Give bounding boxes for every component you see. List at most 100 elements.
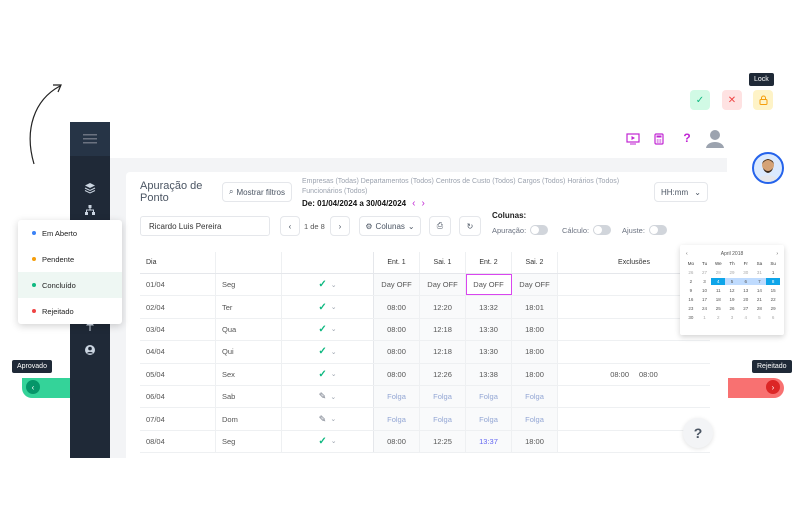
status-option[interactable]: Pendente bbox=[18, 246, 122, 272]
lock-action-button[interactable] bbox=[753, 90, 773, 110]
cell-s1[interactable]: 12:18 bbox=[420, 341, 466, 363]
status-cell[interactable]: ✎ ⌄ bbox=[282, 408, 374, 430]
approve-swipe-button[interactable]: ‹ bbox=[26, 380, 40, 394]
user-circle-icon[interactable] bbox=[82, 342, 98, 358]
cell-e1[interactable]: 08:00 bbox=[374, 341, 420, 363]
chevron-left-icon[interactable]: ‹ bbox=[686, 251, 688, 257]
cell-e1[interactable]: 08:00 bbox=[374, 318, 420, 341]
cell-s2[interactable]: Folga bbox=[512, 408, 558, 430]
status-cell[interactable]: ✓ ⌄ bbox=[282, 363, 374, 385]
columns-button[interactable]: ⚙ Colunas ⌄ bbox=[359, 216, 421, 236]
calendar-day[interactable]: 2 bbox=[711, 314, 725, 321]
calendar-day[interactable]: 1 bbox=[766, 269, 780, 276]
calendar-day[interactable]: 11 bbox=[711, 287, 725, 294]
calendar-day[interactable]: 26 bbox=[684, 269, 698, 276]
table-row[interactable]: 04/04 Qui ✓ ⌄ 08:00 12:18 13:30 18:00 bbox=[140, 341, 710, 364]
cell-e2[interactable]: 13:30 bbox=[466, 341, 512, 363]
cell-s1[interactable]: 12:25 bbox=[420, 430, 466, 453]
time-format-select[interactable]: HH:mm ⌄ bbox=[654, 182, 708, 202]
approve-action-button[interactable]: ✓ bbox=[690, 90, 710, 110]
status-cell[interactable]: ✓ ⌄ bbox=[282, 296, 374, 318]
calendar-day[interactable]: 1 bbox=[698, 314, 712, 321]
table-row[interactable]: 05/04 Sex ✓ ⌄ 08:00 12:26 13:38 18:00 08:00 08:00 bbox=[140, 363, 710, 386]
cell-e1[interactable]: Folga bbox=[374, 408, 420, 430]
calendar-day[interactable]: 10 bbox=[698, 287, 712, 294]
toggle-ajuste[interactable]: Ajuste: bbox=[622, 225, 667, 235]
calendar-day[interactable]: 9 bbox=[684, 287, 698, 294]
cell-s1[interactable]: Folga bbox=[420, 408, 466, 430]
status-option[interactable]: Rejeitado bbox=[18, 298, 122, 324]
calendar-day[interactable]: 23 bbox=[684, 305, 698, 312]
status-cell[interactable]: ✓ ⌄ bbox=[282, 274, 374, 296]
calendar-day[interactable]: 15 bbox=[766, 287, 780, 294]
calendar-day[interactable]: 14 bbox=[753, 287, 767, 294]
calendar-day[interactable]: 8 bbox=[766, 278, 780, 285]
calendar-day[interactable]: 7 bbox=[752, 278, 767, 285]
cell-e2[interactable]: 13:30 bbox=[466, 318, 512, 341]
calendar-day[interactable]: 28 bbox=[753, 305, 767, 312]
cell-e2[interactable]: Folga bbox=[466, 408, 512, 430]
cell-e1[interactable]: 08:00 bbox=[374, 296, 420, 318]
status-cell[interactable]: ✓ ⌄ bbox=[282, 318, 374, 341]
calendar-day[interactable]: 6 bbox=[738, 278, 753, 285]
calendar-day[interactable]: 27 bbox=[698, 269, 712, 276]
toggle-calculo[interactable]: Cálculo: bbox=[562, 225, 612, 235]
calendar-day[interactable]: 5 bbox=[753, 314, 767, 321]
table-row[interactable]: 03/04 Qua ✓ ⌄ 08:00 12:18 13:30 18:00 bbox=[140, 318, 710, 342]
calendar-day[interactable]: 4 bbox=[711, 278, 726, 285]
table-row[interactable]: 02/04 Ter ✓ ⌄ 08:00 12:20 13:32 18:01 bbox=[140, 296, 710, 319]
reject-swipe-button[interactable]: › bbox=[766, 380, 780, 394]
calendar-day[interactable]: 16 bbox=[684, 296, 698, 303]
cell-s2[interactable]: 18:00 bbox=[512, 318, 558, 341]
calendar-day[interactable]: 19 bbox=[725, 296, 739, 303]
status-cell[interactable]: ✓ ⌄ bbox=[282, 341, 374, 363]
question-icon[interactable]: ? bbox=[680, 131, 694, 145]
cell-s2[interactable]: 18:00 bbox=[512, 341, 558, 363]
print-button[interactable]: ⎙ bbox=[429, 216, 451, 236]
refresh-button[interactable]: ↻ bbox=[459, 216, 481, 236]
calendar-day[interactable]: 13 bbox=[739, 287, 753, 294]
chevron-right-icon[interactable]: › bbox=[421, 198, 424, 209]
calendar-day[interactable]: 30 bbox=[684, 314, 698, 321]
cell-s2[interactable]: 18:00 bbox=[512, 430, 558, 453]
chevron-right-icon[interactable]: › bbox=[776, 251, 778, 257]
cell-e2[interactable]: 13:38 bbox=[466, 363, 512, 385]
employee-field[interactable]: Ricardo Luis Pereira bbox=[140, 216, 270, 236]
table-row[interactable]: 06/04 Sab ✎ ⌄ Folga Folga Folga Folga bbox=[140, 385, 710, 409]
calendar-day[interactable]: 31 bbox=[753, 269, 767, 276]
calculator-icon[interactable] bbox=[652, 132, 666, 146]
calendar-day[interactable]: 28 bbox=[711, 269, 725, 276]
status-cell[interactable]: ✎ ⌄ bbox=[282, 385, 374, 408]
cell-s1[interactable]: 12:18 bbox=[420, 318, 466, 341]
calendar-day[interactable]: 17 bbox=[698, 296, 712, 303]
calendar-day[interactable]: 4 bbox=[739, 314, 753, 321]
table-row[interactable]: 08/04 Seg ✓ ⌄ 08:00 12:25 13:37 18:00 bbox=[140, 430, 710, 454]
toggle-switch[interactable] bbox=[530, 225, 549, 235]
calendar-day[interactable]: 18 bbox=[711, 296, 725, 303]
cell-e1[interactable]: 08:00 bbox=[374, 363, 420, 385]
org-chart-icon[interactable] bbox=[82, 202, 98, 218]
calendar-day[interactable]: 22 bbox=[766, 296, 780, 303]
calendar-day[interactable]: 29 bbox=[766, 305, 780, 312]
cell-e2[interactable]: 13:32 bbox=[466, 296, 512, 318]
calendar-day[interactable]: 29 bbox=[725, 269, 739, 276]
cell-s1[interactable]: Day OFF bbox=[420, 274, 466, 296]
avatar[interactable] bbox=[752, 152, 784, 184]
cell-s1[interactable]: 12:20 bbox=[420, 296, 466, 318]
user-icon[interactable] bbox=[704, 127, 726, 149]
next-employee-button[interactable]: › bbox=[330, 216, 350, 236]
calendar-day[interactable]: 5 bbox=[725, 278, 739, 285]
cell-s2[interactable]: 18:00 bbox=[512, 363, 558, 385]
cell-s2[interactable]: Folga bbox=[512, 385, 558, 408]
toggle-apuracao[interactable]: Apuração: bbox=[492, 225, 549, 235]
cell-e2[interactable]: 13:37 bbox=[466, 430, 512, 453]
toggle-switch[interactable] bbox=[648, 225, 667, 235]
cell-s2[interactable]: 18:01 bbox=[512, 296, 558, 318]
toggle-switch[interactable] bbox=[593, 225, 612, 235]
cell-s1[interactable]: Folga bbox=[420, 385, 466, 408]
calendar-day[interactable]: 6 bbox=[766, 314, 780, 321]
reject-action-button[interactable]: ✕ bbox=[722, 90, 742, 110]
status-cell[interactable]: ✓ ⌄ bbox=[282, 430, 374, 453]
cell-e1[interactable]: Day OFF bbox=[374, 274, 420, 296]
calendar-day[interactable]: 30 bbox=[739, 269, 753, 276]
